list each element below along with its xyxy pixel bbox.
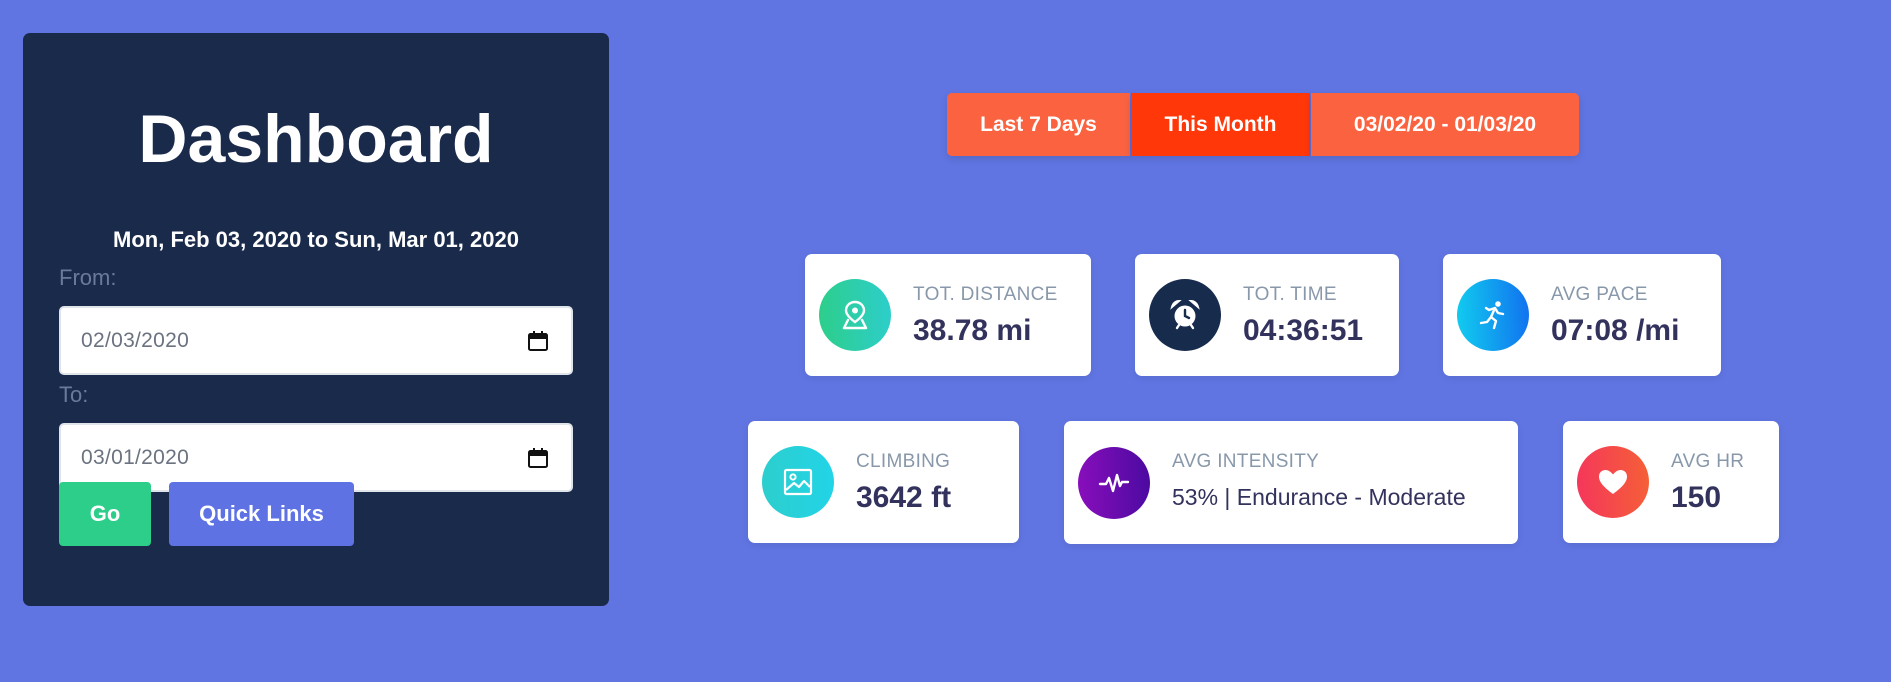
from-date-value: 02/03/2020 — [81, 328, 190, 352]
tab-this-month[interactable]: This Month — [1131, 93, 1310, 156]
stat-label: CLIMBING — [856, 451, 951, 472]
stat-label: AVG PACE — [1551, 284, 1648, 305]
alarm-clock-icon — [1149, 279, 1221, 351]
heart-icon — [1577, 446, 1649, 518]
stat-value: 53% | Endurance - Moderate — [1172, 484, 1466, 510]
quick-links-button[interactable]: Quick Links — [169, 482, 354, 546]
image-icon — [762, 446, 834, 518]
date-range-summary: Mon, Feb 03, 2020 to Sun, Mar 01, 2020 — [113, 227, 519, 252]
page-title: Dashboard — [138, 101, 494, 177]
stat-card-climbing: CLIMBING 3642 ft — [748, 421, 1019, 543]
stat-card-hr: AVG HR 150 — [1563, 421, 1779, 543]
date-range-panel: Dashboard Mon, Feb 03, 2020 to Sun, Mar … — [23, 33, 609, 606]
to-date-value: 03/01/2020 — [81, 445, 190, 469]
stat-label: AVG HR — [1671, 451, 1745, 472]
map-pin-icon — [819, 279, 891, 351]
calendar-icon[interactable] — [527, 447, 549, 469]
stat-label: AVG INTENSITY — [1172, 451, 1320, 472]
stat-label: TOT. TIME — [1243, 284, 1337, 305]
stat-card-intensity: AVG INTENSITY 53% | Endurance - Moderate — [1064, 421, 1518, 544]
stat-value: 150 — [1671, 481, 1722, 514]
stat-value: 07:08 /mi — [1551, 314, 1680, 347]
tab-custom-range[interactable]: 03/02/20 - 01/03/20 — [1311, 93, 1579, 156]
stat-card-pace: AVG PACE 07:08 /mi — [1443, 254, 1721, 376]
from-label: From: — [59, 265, 117, 290]
from-date-input[interactable]: 02/03/2020 — [59, 306, 573, 375]
stat-value: 38.78 mi — [913, 314, 1032, 347]
go-button[interactable]: Go — [59, 482, 151, 546]
calendar-icon[interactable] — [527, 330, 549, 352]
activity-icon — [1078, 446, 1150, 519]
stat-card-distance: TOT. DISTANCE 38.78 mi — [805, 254, 1091, 376]
stat-value: 04:36:51 — [1243, 314, 1364, 347]
tab-last-7-days[interactable]: Last 7 Days — [947, 93, 1130, 156]
stat-value: 3642 ft — [856, 481, 952, 514]
stat-label: TOT. DISTANCE — [913, 284, 1058, 305]
to-label: To: — [59, 382, 89, 407]
stat-card-time: TOT. TIME 04:36:51 — [1135, 254, 1399, 376]
running-icon — [1457, 279, 1529, 351]
